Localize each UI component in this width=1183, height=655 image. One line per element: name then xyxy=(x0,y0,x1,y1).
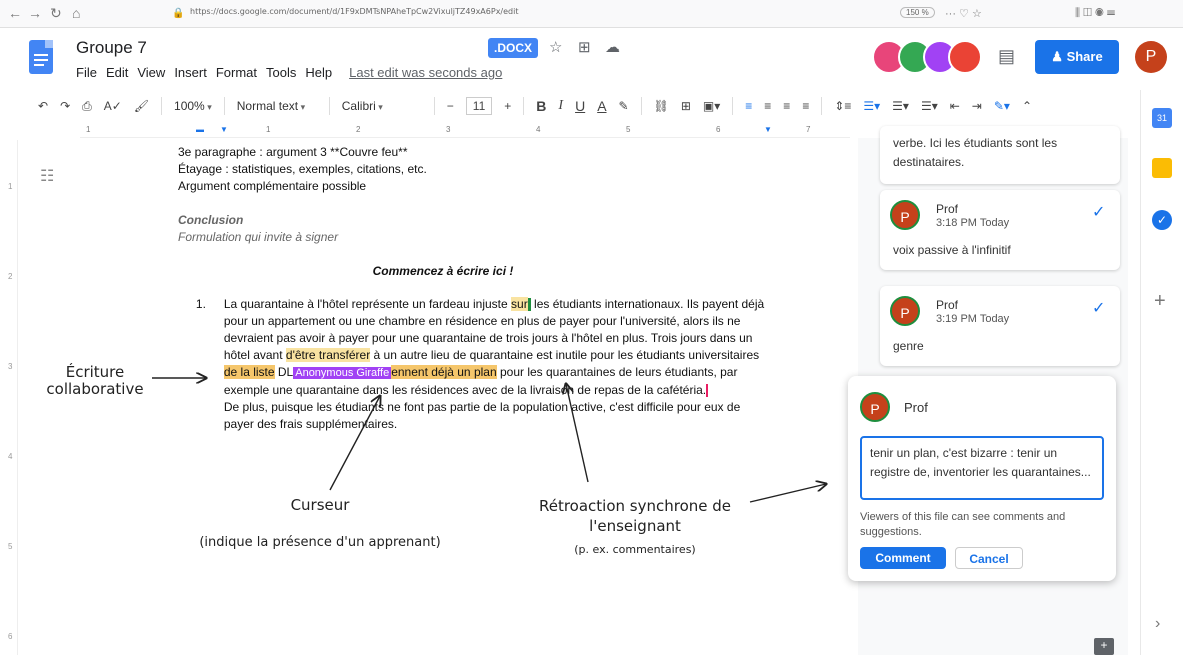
expand-panel-icon[interactable]: › xyxy=(1155,615,1160,633)
keep-icon[interactable] xyxy=(1152,158,1172,178)
comment-avatar: P xyxy=(860,392,890,422)
visibility-notice: Viewers of this file can see comments an… xyxy=(860,511,1066,538)
cancel-button[interactable]: Cancel xyxy=(955,547,1023,569)
resolve-check-icon[interactable]: ✓ xyxy=(1092,202,1105,222)
comment-card[interactable]: P Prof 3:19 PM Today ✓ genre xyxy=(880,286,1120,366)
comment-time: 3:18 PM Today xyxy=(936,217,1010,229)
comment-time: 3:19 PM Today xyxy=(936,313,1010,325)
side-panel: 31 ✓ + › xyxy=(1140,90,1183,655)
comment-input[interactable]: tenir un plan, c'est bizarre : tenir un … xyxy=(860,436,1104,500)
calendar-icon[interactable]: 31 xyxy=(1152,108,1172,128)
comment-card[interactable]: P Prof 3:18 PM Today ✓ voix passive à l'… xyxy=(880,190,1120,270)
comment-avatar: P xyxy=(890,200,920,230)
resolve-check-icon[interactable]: ✓ xyxy=(1092,298,1105,318)
comment-avatar: P xyxy=(890,296,920,326)
comment-author: Prof xyxy=(904,400,928,415)
add-addon-icon[interactable]: + xyxy=(1154,290,1166,313)
comment-button[interactable]: Comment xyxy=(860,547,946,569)
comment-card-partial[interactable]: verbe. Ici les étudiants sont les destin… xyxy=(880,126,1120,184)
comment-text: genre xyxy=(893,339,924,353)
comment-author: Prof xyxy=(936,298,959,312)
comment-text: voix passive à l'infinitif xyxy=(893,243,1011,257)
new-comment-card: P Prof tenir un plan, c'est bizarre : te… xyxy=(848,376,1116,581)
comment-author: Prof xyxy=(936,202,959,216)
explore-button[interactable]: + xyxy=(1094,638,1114,655)
tasks-icon[interactable]: ✓ xyxy=(1152,210,1172,230)
comment-text: verbe. Ici les étudiants sont les destin… xyxy=(893,136,1058,169)
